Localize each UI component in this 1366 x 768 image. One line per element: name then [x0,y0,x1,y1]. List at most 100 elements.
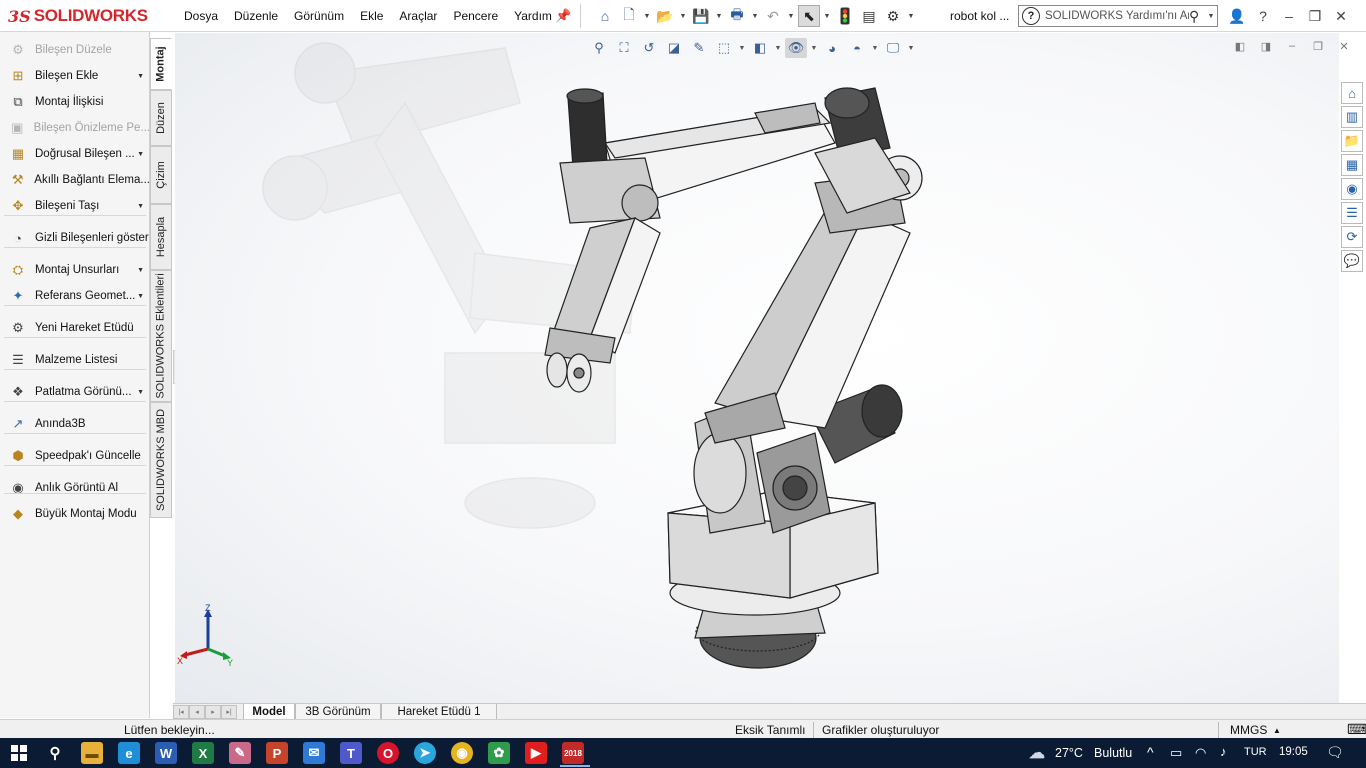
command-component-preview[interactable]: ▣ Bileşen Önizleme Pe... [0,116,150,140]
view-orientation-icon[interactable]: ⬚ [713,38,735,58]
menu-insert[interactable]: Ekle [352,9,391,23]
restore-window-icon[interactable]: ❐ [1304,8,1326,25]
tab-addins[interactable]: SOLIDWORKS Eklentileri [150,270,172,402]
excel-icon[interactable]: X [192,742,214,764]
appearances-scenes-icon[interactable]: ◉ [1341,178,1363,200]
forum-chat-icon[interactable]: 💬 [1341,250,1363,272]
command-dropdown-icon[interactable]: ▼ [137,293,144,300]
units-up-arrow-icon[interactable]: ▲ [1273,726,1281,735]
command-assembly-features[interactable]: ⛭ Montaj Unsurları ▼ [0,258,150,282]
solidworks-forum-icon[interactable]: ⟳ [1341,226,1363,248]
display-style-icon[interactable]: ◧ [749,38,771,58]
search-icon[interactable]: ⚲ [1189,8,1205,25]
command-edit-component[interactable]: ⚙ Bileşen Düzele [0,38,150,62]
next-tab-icon[interactable]: ▸ [205,705,221,719]
print-dropdown-icon[interactable]: ▼ [750,5,760,27]
close-window-icon[interactable]: ✕ [1330,8,1352,25]
solidworks-taskbar-icon[interactable]: 2018 [562,742,584,764]
weather-description[interactable]: Bulutlu [1094,746,1132,760]
tab-evaluate[interactable]: Hesapla [150,204,172,270]
select-cursor-icon[interactable]: ⬉ [798,5,820,27]
previous-view-icon[interactable]: ↺ [638,38,660,58]
new-document-icon[interactable]: 🗋 [618,5,640,27]
minimize-window-icon[interactable]: – [1278,8,1300,24]
teams-icon[interactable]: T [340,742,362,764]
options-dropdown-icon[interactable]: ▼ [906,5,916,27]
open-dropdown-icon[interactable]: ▼ [678,5,688,27]
mail-icon[interactable]: ✉ [303,742,325,764]
menu-view[interactable]: Görünüm [286,9,352,23]
file-properties-icon[interactable]: ▤ [858,5,880,27]
undo-dropdown-icon[interactable]: ▼ [786,5,796,27]
notification-icon[interactable]: 🗨 [1326,744,1344,761]
command-camera[interactable]: ◉ Anlık Görüntü Al [0,476,150,500]
options-gear-icon[interactable]: ⚙ [882,5,904,27]
search-dropdown-icon[interactable]: ▼ [1205,13,1217,20]
tab-sketch[interactable]: Çizim [150,146,172,204]
command-dropdown-icon[interactable]: ▼ [137,389,144,396]
solidworks-logo[interactable]: 3S SOLIDWORKS [8,4,148,28]
open-folder-icon[interactable]: 📂 [654,5,676,27]
menu-help[interactable]: Yardım [506,9,560,23]
weather-temperature[interactable]: 27°C [1055,746,1083,760]
hide-show-dropdown-icon[interactable]: ▼ [810,45,818,52]
command-insert-component[interactable]: ⊞ Bileşen Ekle ▼ [0,64,150,88]
taskbar-search-icon[interactable]: ⚲ [44,742,66,764]
undo-icon[interactable]: ↶ [762,5,784,27]
command-dropdown-icon[interactable]: ▼ [137,267,144,274]
paint-icon[interactable]: ✎ [229,742,251,764]
command-mate-paperclip[interactable]: ⧉ Montaj İlişkisi [0,90,150,114]
apply-scene-icon[interactable]: ◓ [846,38,868,58]
command-dropdown-icon[interactable]: ▼ [137,73,144,80]
word-icon[interactable]: W [155,742,177,764]
file-explorer-icon[interactable]: ▬ [81,742,103,764]
rebuild-traffic-light-icon[interactable] [834,5,856,27]
menu-edit[interactable]: Düzenle [226,9,286,23]
opera-icon[interactable]: O [377,742,399,764]
windows-start-icon[interactable] [8,742,30,764]
input-language[interactable]: TUR [1244,746,1267,758]
view-settings-monitor-icon[interactable]: 🖵 [882,38,904,58]
tab-mbd[interactable]: SOLIDWORKS MBD [150,402,172,518]
dynamic-annotation-icon[interactable]: ✎ [688,38,710,58]
design-library-icon[interactable]: ▥ [1341,106,1363,128]
battery-icon[interactable]: ▭ [1170,745,1182,761]
youtube-icon[interactable]: ▶ [525,742,547,764]
wifi-icon[interactable]: ◠ [1195,745,1206,761]
doc-minimize-icon[interactable]: – [1284,40,1300,53]
view-settings-dropdown-icon[interactable]: ▼ [907,45,915,52]
home-icon[interactable]: ⌂ [594,5,616,27]
command-smart-fasteners[interactable]: ⚒ Akıllı Bağlantı Elema... [0,168,150,192]
solidworks-resources-home-icon[interactable]: ⌂ [1341,82,1363,104]
help-icon[interactable]: ? [1252,8,1274,24]
prev-tab-icon[interactable]: ◂ [189,705,205,719]
doc-restore-icon[interactable]: ❐ [1310,40,1326,53]
chrome-icon[interactable]: ◉ [451,742,473,764]
doc-close-icon[interactable]: ✕ [1336,40,1352,53]
section-view-icon[interactable]: ◪ [663,38,685,58]
show-hidden-tray-icon[interactable]: ^ [1147,744,1154,760]
pin-menu-icon[interactable]: 📌 [555,8,571,24]
scene-dropdown-icon[interactable]: ▼ [871,45,879,52]
last-tab-icon[interactable]: ▸| [221,705,237,719]
menu-tools[interactable]: Araçlar [391,9,445,23]
zoom-to-fit-icon[interactable]: ⚲ [588,38,610,58]
search-input[interactable]: SOLIDWORKS Yardımı'nı Ara [1045,10,1189,22]
weather-cloud-icon[interactable]: ☁ [1026,742,1048,764]
save-icon[interactable]: 💾 [690,5,712,27]
tab-layout[interactable]: Düzen [150,90,172,146]
tile-right-icon[interactable]: ◨ [1258,40,1274,53]
edit-appearance-icon[interactable]: ◕ [821,38,843,58]
user-account-icon[interactable]: 👤 [1226,8,1248,25]
command-dropdown-icon[interactable]: ▼ [137,151,144,158]
command-linear-pattern[interactable]: ▦ Doğrusal Bileşen ... ▼ [0,142,150,166]
new-dropdown-icon[interactable]: ▼ [642,5,652,27]
command-dropdown-icon[interactable]: ▼ [137,203,144,210]
help-search-box[interactable]: ? SOLIDWORKS Yardımı'nı Ara ⚲ ▼ [1018,5,1218,27]
display-style-dropdown-icon[interactable]: ▼ [774,45,782,52]
tab-motion-study-1[interactable]: Hareket Etüdü 1 [381,704,497,720]
command-large-assembly[interactable]: ◆ Büyük Montaj Modu [0,502,150,526]
photos-icon[interactable]: ✿ [488,742,510,764]
tab-model[interactable]: Model [243,704,295,720]
edge-browser-icon[interactable]: e [118,742,140,764]
